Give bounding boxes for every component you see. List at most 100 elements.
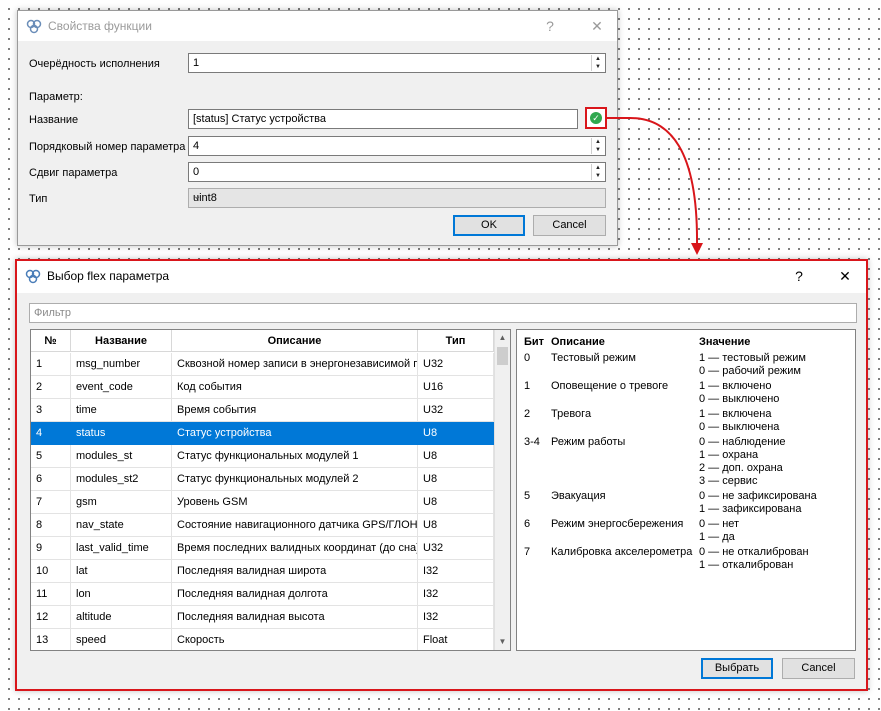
bit-value: 1 — включено [699, 380, 772, 392]
cell-type: I32 [418, 583, 494, 606]
ok-button[interactable]: OK [453, 215, 525, 236]
cell-type: U32 [418, 399, 494, 422]
cell-number: 10 [31, 560, 71, 583]
cell-name: status [71, 422, 172, 445]
bit-value: 2 — доп. охрана [699, 462, 783, 474]
bit-number: 6 [524, 518, 531, 530]
table-row[interactable]: 13 speed Скорость Float [31, 629, 494, 650]
cell-type: U32 [418, 537, 494, 560]
col-description[interactable]: Описание [172, 330, 418, 352]
chevron-down-icon: ⌄ [193, 191, 202, 202]
bit-value: 1 — включена [699, 408, 772, 420]
cell-number: 11 [31, 583, 71, 606]
cell-name: gsm [71, 491, 172, 514]
bit-value: 1 — да [699, 531, 735, 543]
cell-description: Код события [172, 376, 418, 399]
app-icon [25, 269, 41, 284]
cancel-flex-button[interactable]: Cancel [782, 658, 855, 679]
close-icon[interactable]: ✕ [583, 15, 611, 37]
bit-number: 1 [524, 380, 531, 392]
help-icon[interactable]: ? [536, 15, 564, 37]
scroll-down-icon[interactable]: ▼ [495, 634, 510, 650]
cell-type: U8 [418, 422, 494, 445]
type-combobox[interactable]: uint8 ⌄ [188, 188, 606, 208]
name-field[interactable]: [status] Статус устройства [188, 109, 578, 129]
bit-value: 0 — рабочий режим [699, 365, 801, 377]
bit-description: Режим энергосбережения [551, 518, 684, 530]
scroll-up-icon[interactable]: ▲ [495, 330, 510, 346]
table-row[interactable]: 4 status Статус устройства U8 [31, 422, 494, 445]
table-row[interactable]: 12 altitude Последняя валидная высота I32 [31, 606, 494, 629]
cell-name: altitude [71, 606, 172, 629]
col-number[interactable]: № [31, 330, 71, 352]
table-row[interactable]: 8 nav_state Состояние навигационного датчи… [31, 514, 494, 537]
table-row[interactable]: 11 lon Последняя валидная долгота I32 [31, 583, 494, 606]
parameter-table[interactable]: № Название Описание Тип 1 msg_number Сквоз… [30, 329, 511, 651]
cancel-button[interactable]: Cancel [533, 215, 606, 236]
shift-spinbox[interactable]: 0 ▲ ▼ [188, 162, 606, 182]
table-scrollbar[interactable]: ▲ ▼ [494, 330, 510, 650]
bits-header-value: Значение [699, 336, 751, 348]
cell-description: Сквозной номер записи в энергонезависимо… [172, 353, 418, 376]
cell-number: 12 [31, 606, 71, 629]
table-row[interactable]: 5 modules_st Статус функциональных модулей… [31, 445, 494, 468]
table-row[interactable]: 10 lat Последняя валидная широта I32 [31, 560, 494, 583]
cell-type: U16 [418, 376, 494, 399]
cell-number: 2 [31, 376, 71, 399]
spin-down-icon[interactable]: ▼ [592, 63, 604, 71]
select-button[interactable]: Выбрать [701, 658, 773, 679]
cell-description: Статус устройства [172, 422, 418, 445]
spin-up-icon[interactable]: ▲ [592, 55, 604, 63]
bit-value: 0 — выключено [699, 393, 780, 405]
bit-value: 3 — сервис [699, 475, 758, 487]
cell-number: 4 [31, 422, 71, 445]
order-label: Очерёдность исполнения [29, 58, 160, 70]
cell-type: I32 [418, 606, 494, 629]
bit-value: 1 — охрана [699, 449, 759, 461]
bits-description-panel: Бит Описание Значение 0 Тестовый режим 1 —… [516, 329, 856, 651]
bit-value: 0 — нет [699, 518, 740, 530]
filter-input[interactable]: Фильтр [29, 303, 857, 323]
cell-type: U8 [418, 445, 494, 468]
table-row[interactable]: 1 msg_number Сквозной номер записи в энерг… [31, 353, 494, 376]
cell-type: U8 [418, 514, 494, 537]
index-spinbox[interactable]: 4 ▲ ▼ [188, 136, 606, 156]
col-type[interactable]: Тип [418, 330, 494, 352]
bit-value: 0 — наблюдение [699, 436, 786, 448]
table-row[interactable]: 6 modules_st2 Статус функциональных модуле… [31, 468, 494, 491]
bit-description: Эвакуация [551, 490, 606, 502]
cell-description: Последняя валидная долгота [172, 583, 418, 606]
cell-name: time [71, 399, 172, 422]
help-icon[interactable]: ? [785, 265, 813, 287]
bit-description: Тестовый режим [551, 352, 636, 364]
col-name[interactable]: Название [71, 330, 172, 352]
table-row[interactable]: 9 last_valid_time Время последних валидных… [31, 537, 494, 560]
bit-description: Режим работы [551, 436, 626, 448]
callout-arrow [607, 117, 703, 255]
table-row[interactable]: 2 event_code Код события U16 [31, 376, 494, 399]
table-row[interactable]: 7 gsm Уровень GSM U8 [31, 491, 494, 514]
cell-number: 8 [31, 514, 71, 537]
window-title: Выбор flex параметра [47, 269, 170, 283]
title-bar: Выбор flex параметра ? ✕ [17, 261, 866, 293]
cell-description: Последняя валидная широта [172, 560, 418, 583]
scroll-thumb[interactable] [497, 347, 508, 365]
table-row[interactable]: 3 time Время события U32 [31, 399, 494, 422]
cell-number: 7 [31, 491, 71, 514]
cell-description: Время события [172, 399, 418, 422]
cell-type: Float [418, 629, 494, 650]
cell-number: 9 [31, 537, 71, 560]
bit-value: 1 — откалиброван [699, 559, 794, 571]
cell-description: Статус функциональных модулей 1 [172, 445, 418, 468]
cell-type: U8 [418, 468, 494, 491]
index-label: Порядковый номер параметра [29, 141, 186, 153]
cell-number: 6 [31, 468, 71, 491]
close-icon[interactable]: ✕ [831, 265, 859, 287]
order-spinbox[interactable]: 1 ▲ ▼ [188, 53, 606, 73]
cell-description: Уровень GSM [172, 491, 418, 514]
order-spin-buttons[interactable]: ▲ ▼ [591, 55, 604, 71]
parameter-header: Параметр: [29, 91, 83, 103]
cell-name: last_valid_time [71, 537, 172, 560]
window-title: Свойства функции [48, 19, 152, 33]
cell-description: Скорость [172, 629, 418, 650]
